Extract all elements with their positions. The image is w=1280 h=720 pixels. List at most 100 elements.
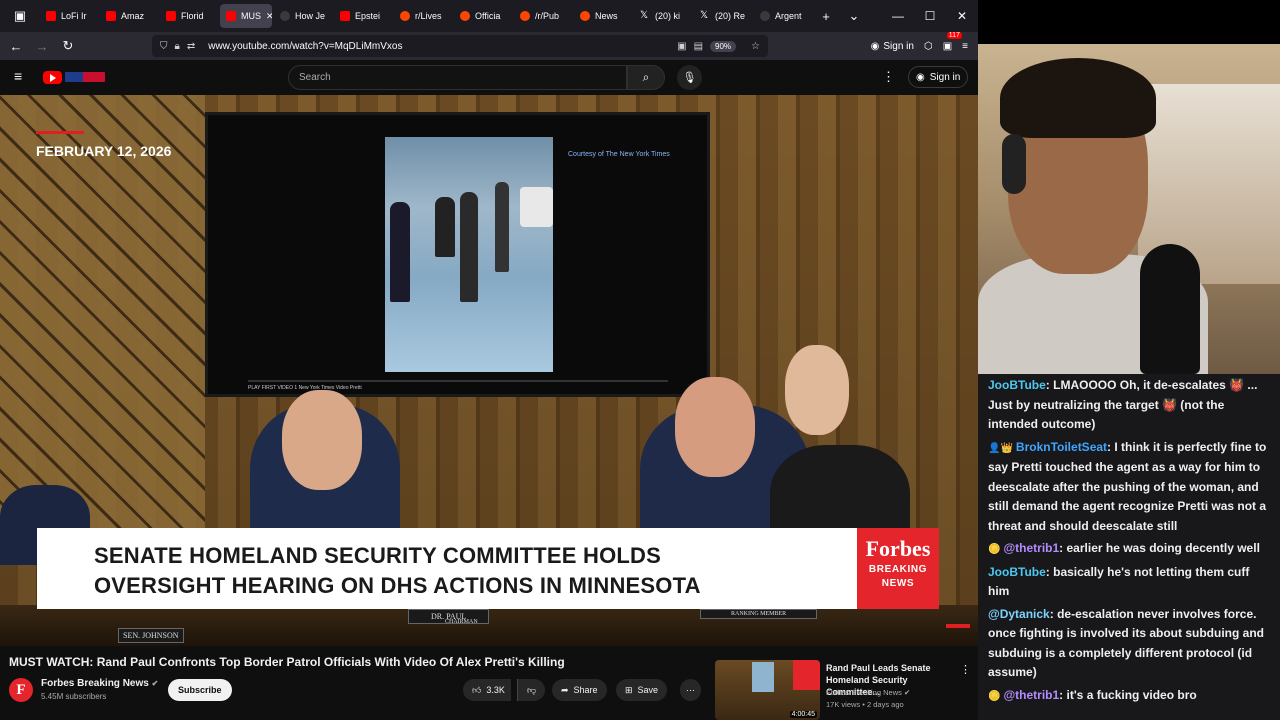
more-actions-button[interactable]: ⋯ — [680, 679, 701, 701]
channel-name-text: Forbes Breaking News — [41, 678, 149, 689]
browser-toolbar-right: ◉ Sign in ⬡ ▣ 117 ≡ — [871, 31, 978, 60]
video-player[interactable]: Courtesy of The New York Times PLAY FIRS… — [0, 95, 978, 646]
browser-tab[interactable]: Amaz — [100, 4, 158, 28]
x-logo-icon: 𝕏 — [640, 10, 649, 21]
chat-message: JooBTube: LMAOOOO Oh, it de-escalates 👹 … — [988, 376, 1272, 435]
browser-tab[interactable]: News — [574, 4, 632, 28]
forbes-logo: Forbes BREAKING NEWS — [857, 528, 939, 609]
streamer-hair — [1000, 58, 1156, 138]
address-bar[interactable]: ⛉ 🔒︎ ⇄ www.youtube.com/watch?v=MqDLiMmVx… — [152, 35, 768, 57]
reload-icon[interactable]: ↻ — [55, 32, 81, 60]
search-button[interactable]: ⌕ — [627, 65, 665, 90]
youtube-signin-button[interactable]: ◉ Sign in — [908, 66, 969, 88]
browser-tab[interactable]: 𝕏 (20) Re — [694, 4, 752, 28]
recommended-more-icon[interactable]: ⋮ — [960, 663, 971, 676]
browser-tab[interactable]: Officia — [454, 4, 512, 28]
reddit-icon — [400, 11, 410, 21]
chat-username[interactable]: @thetrib1 — [1003, 541, 1059, 555]
youtube-icon — [106, 11, 116, 21]
close-tab-icon[interactable]: ✕ — [266, 11, 272, 22]
permissions-icon[interactable]: ⇄ — [187, 41, 195, 52]
browser-tab-label: Argent — [775, 11, 802, 21]
new-tab-icon[interactable]: + — [812, 0, 840, 32]
like-count: 3.3K — [486, 685, 505, 695]
chat-text: : it's a fucking video bro — [1059, 687, 1197, 702]
lower-third-line-2: OVERSIGHT HEARING ON DHS ACTIONS IN MINN… — [94, 573, 701, 598]
chat-badge-icon: 👤👑 — [988, 442, 1013, 454]
browser-tab[interactable]: Epstei — [334, 4, 392, 28]
subscribe-button[interactable]: Subscribe — [168, 679, 232, 701]
street-video-frame — [385, 137, 553, 372]
share-icon: ➦ — [561, 684, 569, 695]
shield-icon[interactable]: ⛉ — [160, 41, 168, 52]
account-button[interactable]: ◉ Sign in — [871, 41, 914, 52]
chat-message: 👤👑 BroknToiletSeat: I think it is perfect… — [988, 438, 1272, 537]
youtube-play-icon — [43, 70, 62, 84]
extension-badge-icon[interactable]: ▣ 117 — [943, 31, 962, 52]
vehicle — [520, 187, 553, 227]
account-signin-label: Sign in — [883, 40, 914, 52]
share-button[interactable]: ➦ Share — [552, 679, 607, 701]
more-horizontal-icon: ⋯ — [686, 684, 695, 695]
tab-list: LoFi Ir Amaz Florid MUS ✕ How Je Epstei r/Lives… — [40, 4, 812, 28]
date-overlay: FEBRUARY 12, 2026 — [36, 143, 172, 159]
forward-icon[interactable]: → — [29, 32, 55, 60]
channel-name[interactable]: Forbes Breaking News ✔ — [41, 678, 158, 689]
chat-message: 🪙 @thetrib1: earlier he was doing decentl… — [988, 539, 1272, 560]
x-logo-icon: 𝕏 — [700, 10, 709, 21]
lower-third-line-1: SENATE HOMELAND SECURITY COMMITTEE HOLDS — [94, 543, 661, 568]
chat-username[interactable]: BroknToiletSeat — [1016, 440, 1107, 454]
url-text[interactable]: www.youtube.com/watch?v=MqDLiMmVxos — [208, 41, 402, 52]
chat-username[interactable]: @thetrib1 — [1003, 688, 1059, 702]
guide-menu-icon[interactable]: ≡ — [14, 68, 22, 84]
tab-overview-icon[interactable]: ▣ — [0, 0, 40, 32]
dislike-button[interactable]: 👎︎ — [517, 679, 546, 701]
tab-list-chevron-icon[interactable]: ⌄ — [840, 0, 868, 32]
voice-search-button[interactable]: 🎙︎ — [677, 65, 702, 90]
screen: ▣ LoFi Ir Amaz Florid MUS ✕ How Je Epstei r/Liv… — [0, 0, 1280, 720]
youtube-icon — [46, 11, 56, 21]
thumbnail-screen — [752, 662, 774, 692]
youtube-icon — [166, 11, 176, 21]
browser-tab[interactable]: How Je — [274, 4, 332, 28]
browser-tab[interactable]: Florid — [160, 4, 218, 28]
youtube-icon — [340, 11, 350, 21]
minimize-icon[interactable]: — — [882, 0, 914, 32]
back-icon[interactable]: ← — [3, 32, 29, 60]
chat-username[interactable]: JooBTube — [988, 565, 1046, 579]
pip-icon[interactable]: ▣ — [677, 41, 686, 52]
close-window-icon[interactable]: ✕ — [946, 0, 978, 32]
zoom-badge[interactable]: 90% — [710, 40, 737, 52]
browser-tab[interactable]: LoFi Ir — [40, 4, 98, 28]
browser-tab[interactable]: /r/Pub — [514, 4, 572, 28]
browser-tab[interactable]: Argent — [754, 4, 812, 28]
browser-tab[interactable]: r/Lives — [394, 4, 452, 28]
recommended-channel-text: Forbes Breaking News — [826, 688, 902, 697]
save-button[interactable]: ⊞ Save — [616, 679, 668, 701]
menu-icon[interactable]: ≡ — [962, 41, 968, 52]
recommended-thumbnail[interactable]: 4:00:45 — [715, 660, 820, 720]
bookmark-star-icon[interactable]: ☆ — [751, 41, 760, 52]
chat-username[interactable]: @Dytanick — [988, 607, 1050, 621]
browser-tab[interactable]: MUS ✕ — [220, 4, 272, 28]
forbes-wordmark: Forbes — [865, 536, 931, 561]
forbes-news: NEWS — [881, 578, 915, 589]
reader-icon[interactable]: ▤ — [694, 41, 703, 52]
subscriber-count: 5.45M subscribers — [41, 692, 107, 701]
chat-username[interactable]: JooBTube — [988, 378, 1046, 392]
like-button[interactable]: 👍︎ 3.3K — [463, 679, 511, 701]
webcam-feed — [978, 44, 1280, 374]
maximize-icon[interactable]: ☐ — [914, 0, 946, 32]
more-options-icon[interactable]: ⋮ — [882, 69, 895, 85]
youtube-logo[interactable] — [43, 70, 107, 84]
headset-icon — [1002, 134, 1026, 194]
lock-icon[interactable]: 🔒︎ — [175, 41, 180, 52]
extensions-icon[interactable]: ⬡ — [924, 41, 933, 52]
browser-tab[interactable]: 𝕏 (20) ki — [634, 4, 692, 28]
lower-third-text: SENATE HOMELAND SECURITY COMMITTEE HOLDS… — [94, 541, 701, 601]
courtesy-caption: Courtesy of The New York Times — [568, 151, 670, 158]
search-input[interactable]: Search — [288, 65, 627, 90]
recommended-video[interactable]: 4:00:45 Rand Paul Leads Senate Homeland … — [715, 660, 978, 720]
channel-avatar[interactable]: F — [9, 678, 33, 702]
browser-tab-label: Epstei — [355, 11, 381, 21]
